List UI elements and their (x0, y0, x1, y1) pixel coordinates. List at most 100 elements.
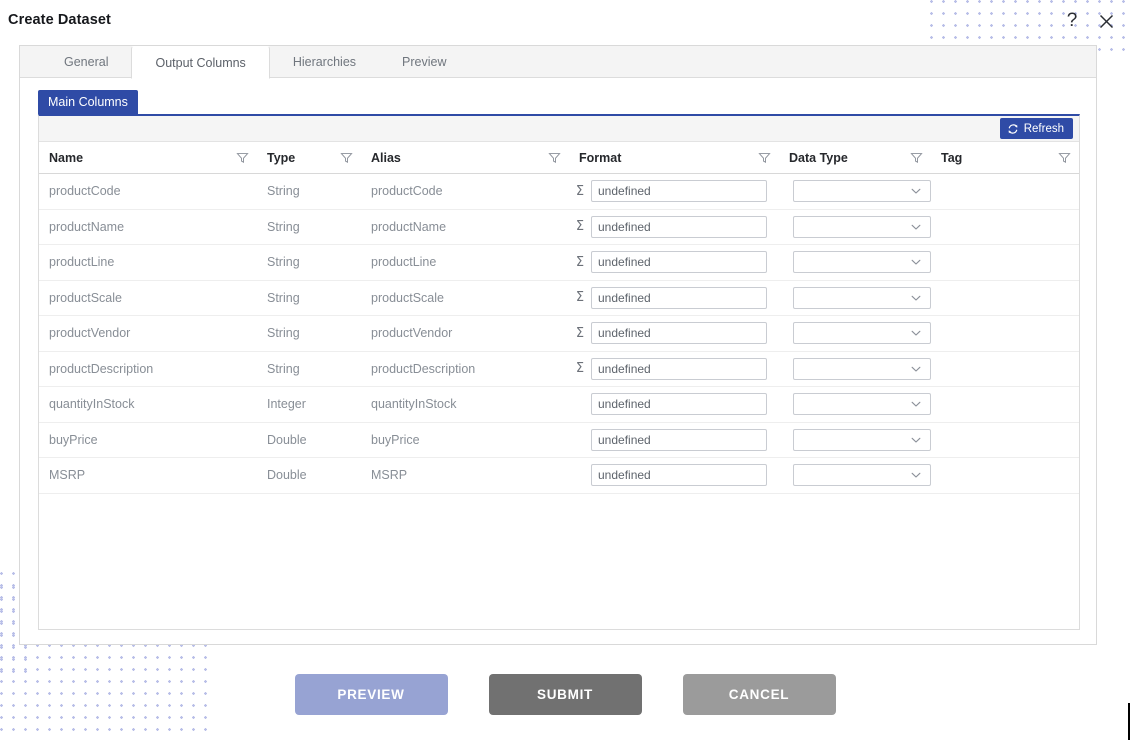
cell-data-type (779, 458, 931, 493)
data-type-select[interactable] (793, 464, 931, 487)
column-header-label: Alias (371, 150, 401, 165)
cell-format: Σ (569, 210, 779, 245)
column-header-format[interactable]: Format (569, 142, 779, 173)
format-input[interactable] (591, 180, 767, 203)
tab-label: Output Columns (155, 55, 246, 70)
format-input[interactable] (591, 251, 767, 274)
column-type-value: Double (267, 432, 307, 447)
column-alias-value: productVendor (371, 326, 453, 341)
data-type-select[interactable] (793, 357, 931, 380)
cell-alias: quantityInStock (361, 387, 569, 422)
cell-format: Σ (569, 458, 779, 493)
cell-format: Σ (569, 387, 779, 422)
cell-alias: productName (361, 210, 569, 245)
close-icon[interactable] (1094, 9, 1118, 33)
preview-button[interactable]: PREVIEW (294, 674, 448, 715)
column-alias-value: productLine (371, 255, 437, 270)
column-name-value: productLine (49, 255, 115, 270)
tab-label: Hierarchies (292, 54, 357, 69)
filter-funnel-icon[interactable] (340, 151, 353, 164)
dialog-footer: PREVIEW SUBMIT CANCEL (0, 674, 1130, 715)
table-row[interactable]: productLine String productLine Σ (39, 245, 1079, 281)
cell-name: productCode (39, 174, 257, 209)
help-icon[interactable]: ? (1060, 9, 1084, 33)
table-row[interactable]: productScale String productScale Σ (39, 281, 1079, 316)
sigma-icon[interactable]: Σ (569, 361, 591, 376)
filter-funnel-icon[interactable] (548, 151, 561, 164)
sigma-icon[interactable]: Σ (569, 184, 591, 199)
chevron-down-icon (910, 434, 922, 446)
cell-format: Σ (569, 174, 779, 209)
data-type-select[interactable] (793, 251, 931, 274)
sigma-icon[interactable]: Σ (569, 219, 591, 234)
column-header-label: Type (267, 150, 296, 165)
column-header-data-type[interactable]: Data Type (779, 142, 931, 173)
chevron-down-icon (910, 469, 922, 481)
column-type-value: Integer (267, 397, 306, 412)
page-title: Create Dataset (8, 12, 111, 28)
column-name-value: MSRP (49, 468, 86, 483)
format-input[interactable] (591, 286, 767, 309)
format-input[interactable] (591, 322, 767, 345)
column-header-type[interactable]: Type (257, 142, 361, 173)
cell-data-type (779, 316, 931, 351)
tab-panel-output-columns: Main Columns Refresh Name Type Alias For… (20, 78, 1096, 644)
data-type-select[interactable] (793, 393, 931, 416)
sub-tab-main-columns[interactable]: Main Columns (38, 90, 138, 114)
format-input[interactable] (591, 464, 767, 487)
column-header-name[interactable]: Name (39, 142, 257, 173)
table-row[interactable]: productDescription String productDescripti… (39, 352, 1079, 387)
table-row[interactable]: buyPrice Double buyPrice Σ (39, 423, 1079, 458)
refresh-button[interactable]: Refresh (999, 118, 1073, 139)
tab-hierarchies[interactable]: Hierarchies (270, 46, 379, 77)
data-type-select[interactable] (793, 215, 931, 238)
format-input[interactable] (591, 215, 767, 238)
cell-tag (931, 174, 1079, 209)
cell-data-type (779, 281, 931, 316)
tab-preview[interactable]: Preview (379, 46, 469, 77)
column-alias-value: buyPrice (371, 432, 420, 447)
filter-funnel-icon[interactable] (758, 151, 771, 164)
tab-general[interactable]: General (41, 46, 131, 77)
submit-button[interactable]: SUBMIT (488, 674, 642, 715)
sigma-icon[interactable]: Σ (569, 290, 591, 305)
sigma-icon[interactable]: Σ (569, 255, 591, 270)
sigma-icon[interactable]: Σ (569, 326, 591, 341)
column-alias-value: MSRP (371, 468, 408, 483)
table-row[interactable]: MSRP Double MSRP Σ (39, 458, 1079, 494)
grid-header-row: Name Type Alias Format Data Type Tag (39, 142, 1079, 174)
data-type-select[interactable] (793, 180, 931, 203)
column-name-value: productScale (49, 290, 122, 305)
cell-tag (931, 423, 1079, 458)
data-type-select[interactable] (793, 428, 931, 451)
sub-tab-bar: Main Columns (38, 90, 1080, 114)
column-header-label: Tag (941, 150, 963, 165)
table-row[interactable]: productName String productName Σ (39, 210, 1079, 245)
cell-type: String (257, 316, 361, 351)
column-header-alias[interactable]: Alias (361, 142, 569, 173)
sub-tab-label: Main Columns (48, 95, 128, 109)
format-input[interactable] (591, 393, 767, 416)
data-type-select[interactable] (793, 322, 931, 345)
format-input[interactable] (591, 428, 767, 451)
cell-type: String (257, 245, 361, 280)
cell-name: productVendor (39, 316, 257, 351)
data-type-select[interactable] (793, 286, 931, 309)
filter-funnel-icon[interactable] (236, 151, 249, 164)
cell-type: String (257, 174, 361, 209)
table-row[interactable]: quantityInStock Integer quantityInStock Σ (39, 387, 1079, 423)
table-row[interactable]: productCode String productCode Σ (39, 174, 1079, 210)
cell-name: MSRP (39, 458, 257, 493)
chevron-down-icon (910, 363, 922, 375)
cancel-button[interactable]: CANCEL (682, 674, 836, 715)
column-header-tag[interactable]: Tag (931, 142, 1079, 173)
tab-output-columns[interactable]: Output Columns (131, 46, 270, 79)
chevron-down-icon (910, 327, 922, 339)
column-name-value: productCode (49, 184, 121, 199)
table-row[interactable]: productVendor String productVendor Σ (39, 316, 1079, 352)
cell-data-type (779, 245, 931, 280)
cell-name: productDescription (39, 352, 257, 387)
filter-funnel-icon[interactable] (910, 151, 923, 164)
format-input[interactable] (591, 357, 767, 380)
filter-funnel-icon[interactable] (1058, 151, 1071, 164)
